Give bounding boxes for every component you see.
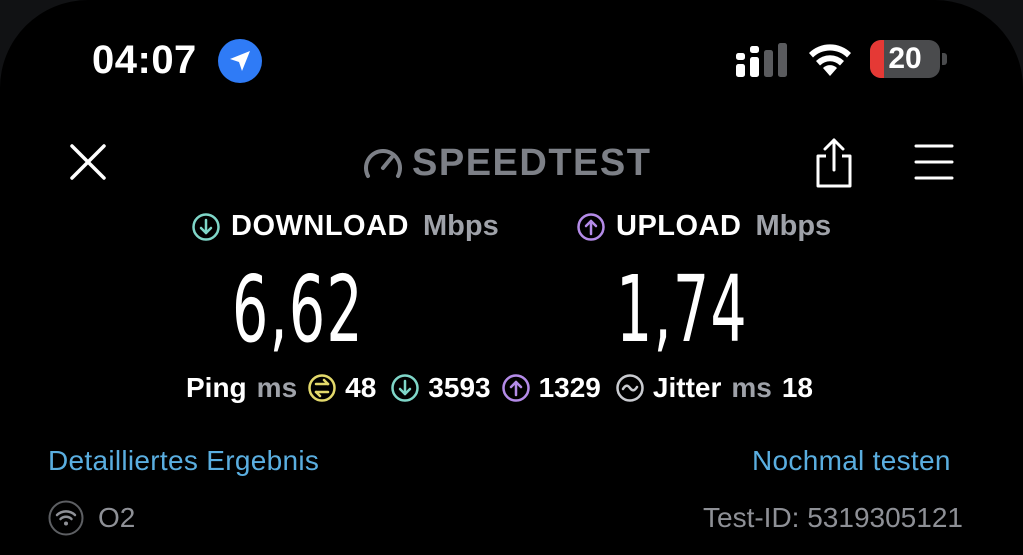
- upload-latency-value: 1329: [538, 372, 601, 403]
- speedtest-result-screen: 04:07 20 SPEEDTEST DOWNLOAD Mbps 6,62 UP…: [0, 0, 1023, 555]
- ping-icon: [308, 374, 336, 402]
- upload-unit: Mbps: [755, 210, 832, 242]
- close-button[interactable]: [64, 138, 112, 186]
- provider-info: O2: [48, 500, 135, 536]
- upload-header: UPLOAD Mbps: [576, 210, 831, 243]
- battery-icon: 20: [870, 40, 940, 78]
- detailed-result-link[interactable]: Detailliertes Ergebnis: [48, 445, 319, 477]
- download-speed-value: 6,62: [232, 256, 364, 363]
- speedometer-icon: [364, 148, 402, 178]
- jitter-unit: ms: [731, 372, 772, 403]
- location-arrow-icon: [218, 39, 262, 83]
- status-time: 04:07: [92, 38, 197, 82]
- download-latency-icon: [391, 374, 420, 402]
- download-latency-value: 3593: [428, 372, 491, 403]
- download-header: DOWNLOAD Mbps: [191, 210, 499, 243]
- battery-percentage: 20: [888, 42, 922, 75]
- retest-link[interactable]: Nochmal testen: [752, 445, 951, 477]
- upload-label: UPLOAD: [616, 210, 742, 242]
- ping-value: 48: [345, 372, 377, 403]
- cellular-signal-icon: [736, 43, 787, 77]
- upload-speed-value: 1,74: [616, 256, 748, 363]
- battery-nub: [942, 53, 947, 65]
- upload-arrow-icon: [577, 212, 605, 241]
- jitter-label: Jitter: [652, 372, 722, 403]
- wifi-icon: [809, 44, 851, 76]
- share-button[interactable]: [812, 136, 856, 190]
- upload-latency-icon: [501, 374, 530, 402]
- brand-name: SPEEDTEST: [412, 142, 652, 184]
- jitter-icon: [616, 374, 644, 402]
- download-arrow-icon: [192, 212, 220, 241]
- ping-label: Ping: [186, 372, 247, 403]
- jitter-value: 18: [781, 372, 813, 403]
- menu-button[interactable]: [914, 142, 954, 182]
- test-id: Test-ID: 5319305121: [703, 502, 963, 533]
- download-unit: Mbps: [422, 210, 499, 242]
- speedtest-logo: SPEEDTEST: [362, 142, 651, 185]
- download-label: DOWNLOAD: [231, 210, 409, 242]
- ping-unit: ms: [256, 372, 298, 403]
- wifi-provider-icon: [48, 500, 84, 536]
- provider-name: O2: [98, 502, 136, 533]
- latency-stats-row: Ping ms 48 3593 1329 Jitter ms 18: [186, 372, 813, 404]
